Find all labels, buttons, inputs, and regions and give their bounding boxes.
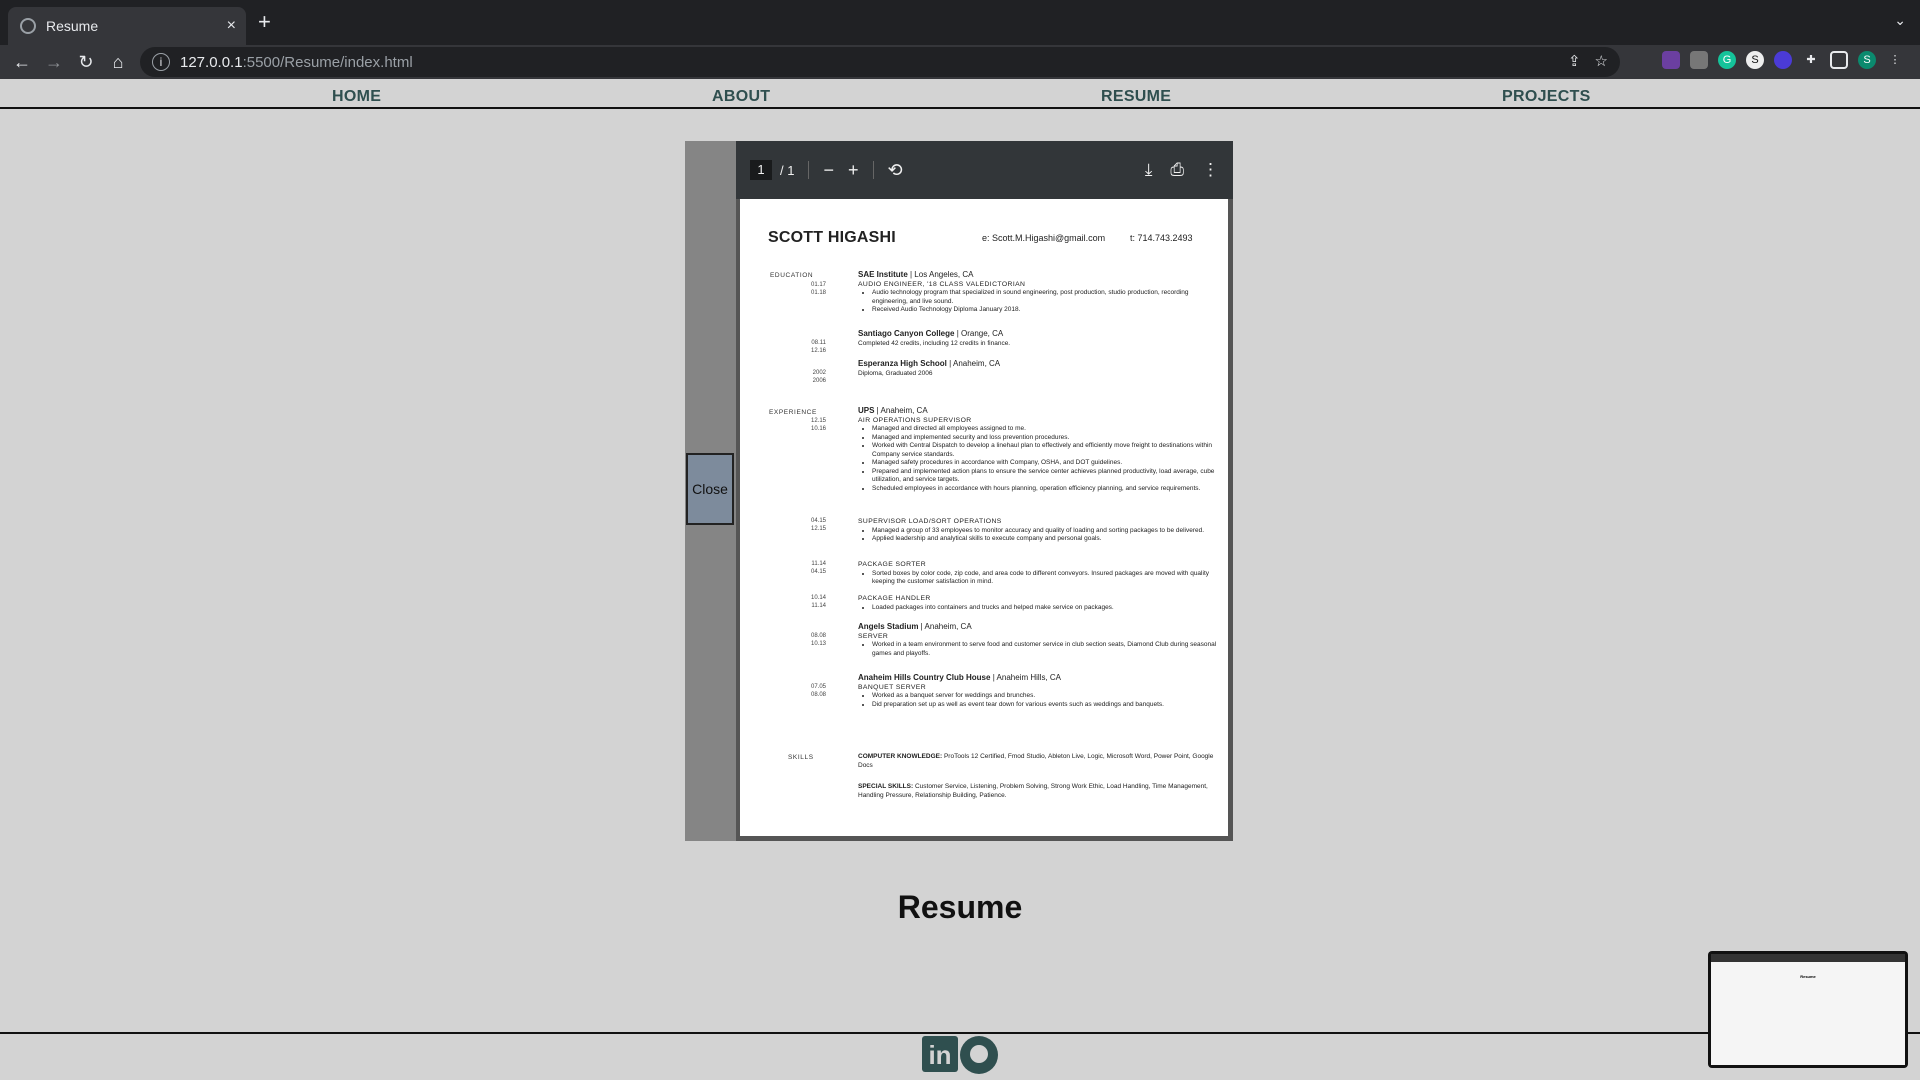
close-button[interactable]: Close [686,453,734,525]
nav-about[interactable]: ABOUT [712,88,770,106]
dates: 08.11 12.16 [810,340,826,354]
forward-icon[interactable]: → [38,52,70,73]
dates: 04.15 12.15 [810,518,826,532]
nav-resume[interactable]: RESUME [1101,88,1171,106]
skill-special: SPECIAL SKILLS: Customer Service, Listen… [858,783,1208,799]
section-education: EDUCATION [770,272,814,279]
education-entry: Esperanza High School | Anaheim, CA Dipl… [858,359,1001,377]
info-icon[interactable]: i [152,53,170,71]
resume-page: SCOTT HIGASHI e: Scott.M.Higashi@gmail.c… [740,199,1228,836]
section-experience: EXPERIENCE [769,409,817,416]
pdf-toolbar: 1 / 1 − + ⟲ ⤓ ⎙ ⋮ [736,141,1233,199]
social-links: in [922,1036,998,1074]
close-tab-icon[interactable]: × [227,17,236,35]
resume-email: e: Scott.M.Higashi@gmail.com [982,233,1106,243]
experience-entry: SUPERVISOR LOAD/SORT OPERATIONS Managed … [858,517,1218,544]
github-icon[interactable] [960,1036,998,1074]
page-number-input[interactable]: 1 [750,160,772,180]
tab-title: Resume [46,18,99,34]
viewer-sidebar: Close [685,141,736,841]
extensions-area: G S ✚ S ⋮ [1662,51,1904,69]
nav-home[interactable]: HOME [332,88,381,106]
experience-entry: UPS | Anaheim, CA AIR OPERATIONS SUPERVI… [858,406,1218,493]
divider [808,161,810,179]
thumbnail-bar [1711,954,1905,962]
extension-s-icon[interactable]: S [1746,51,1764,69]
tab-search-icon[interactable]: ⌄ [1894,12,1906,29]
experience-entry: Angels Stadium | Anaheim, CA SERVER Work… [858,622,1218,658]
page-title: Resume [897,889,1023,925]
experience-entry: PACKAGE SORTER Sorted boxes by color cod… [858,560,1218,587]
dates: 01.17 01.18 [810,282,826,296]
back-icon[interactable]: ← [6,52,38,73]
site-nav: HOME ABOUT RESUME PROJECTS [0,79,1920,109]
skill-computer: COMPUTER KNOWLEDGE: ProTools 12 Certifie… [858,753,1214,769]
dates: 10.14 11.14 [810,595,826,609]
education-entry: SAE Institute | Los Angeles, CA AUDIO EN… [858,270,1218,315]
screenshot-thumbnail[interactable]: Resume [1708,951,1908,1068]
extension-icon[interactable] [1690,51,1708,69]
url-host: 127.0.0.1 [180,53,243,71]
linkedin-icon[interactable]: in [922,1036,958,1072]
download-icon[interactable]: ⤓ [1145,160,1153,180]
page-total: / 1 [780,162,795,178]
section-skills: SKILLS [788,754,814,761]
bookmark-star-icon[interactable]: ☆ [1595,52,1608,70]
nav-projects[interactable]: PROJECTS [1502,88,1591,106]
resume-phone: t: 714.743.2493 [1130,233,1193,243]
share-icon[interactable]: ⇪ [1568,52,1581,70]
extension-icon[interactable] [1774,51,1792,69]
rotate-icon[interactable]: ⟲ [888,160,903,181]
thumbnail-preview: Resume [1711,954,1905,1065]
dates: 12.15 10.16 [810,418,826,432]
puzzle-icon[interactable]: ✚ [1802,51,1820,69]
resume-name: SCOTT HIGASHI [768,229,896,246]
avatar[interactable]: S [1858,51,1876,69]
extension-icon[interactable] [1662,51,1680,69]
reload-icon[interactable]: ↻ [70,52,102,73]
sidebar-icon[interactable] [1830,51,1848,69]
thumbnail-title: Resume [1800,974,1816,979]
home-icon[interactable]: ⌂ [102,52,134,73]
education-entry: Santiago Canyon College | Orange, CA Com… [858,329,1011,347]
dates: 2002 2006 [812,370,826,384]
address-bar[interactable]: i 127.0.0.1 :5500/Resume/index.html ⇪ ☆ [140,47,1620,77]
menu-dots-icon[interactable]: ⋮ [1886,51,1904,69]
globe-icon [20,18,36,34]
experience-entry: Anaheim Hills Country Club House | Anahe… [858,673,1218,709]
zoom-in-icon[interactable]: + [848,160,859,181]
new-tab-button[interactable]: + [258,9,271,35]
pdf-viewer: Close 1 / 1 − + ⟲ ⤓ ⎙ ⋮ SCOTT HIGASHI e:… [685,141,1233,841]
grammarly-icon[interactable]: G [1718,51,1736,69]
experience-entry: PACKAGE HANDLER Loaded packages into con… [858,594,1218,612]
browser-toolbar: ← → ↻ ⌂ i 127.0.0.1 :5500/Resume/index.h… [0,45,1920,79]
url-path: :5500/Resume/index.html [242,53,413,71]
more-options-icon[interactable]: ⋮ [1202,160,1219,180]
dates: 11.14 04.15 [810,561,826,575]
dates: 07.05 08.08 [810,684,826,698]
dates: 08.08 10.13 [810,633,826,647]
footer-divider [0,1032,1920,1034]
divider [872,161,874,179]
print-icon[interactable]: ⎙ [1170,160,1184,180]
browser-tab-strip: Resume × + ⌄ [0,0,1920,45]
zoom-out-icon[interactable]: − [823,160,834,181]
browser-tab[interactable]: Resume × [8,7,246,45]
